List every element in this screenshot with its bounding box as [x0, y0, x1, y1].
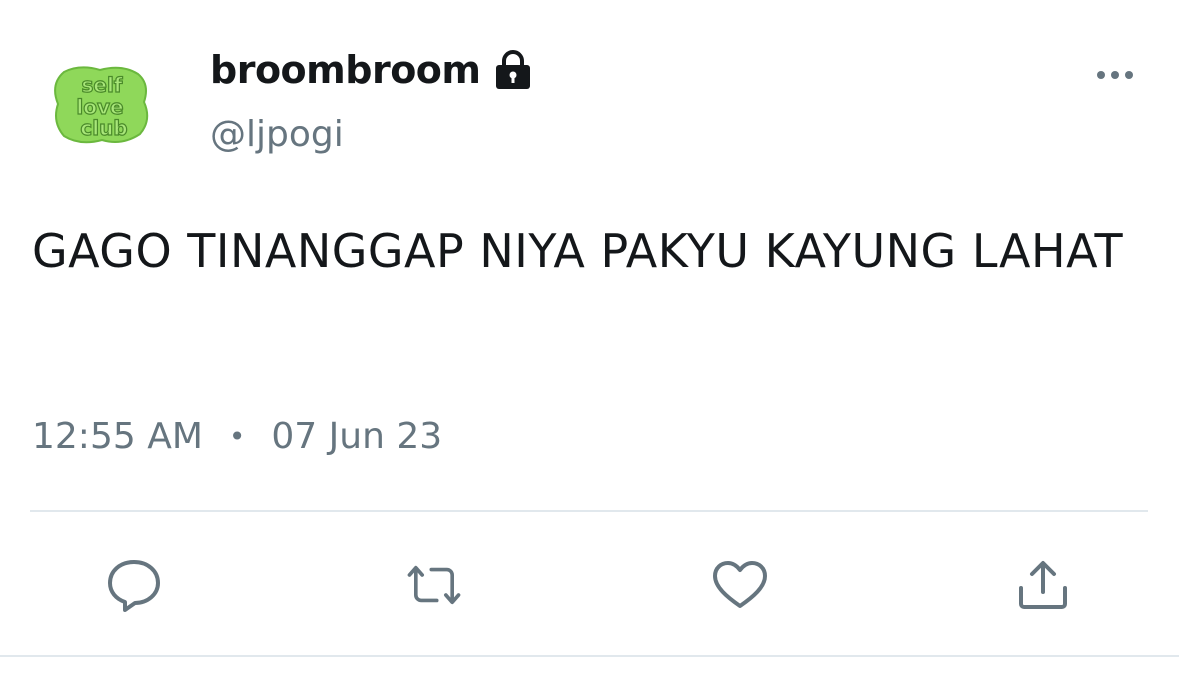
- speech-bubble-icon: [108, 560, 160, 612]
- meta-separator: •: [228, 419, 246, 453]
- self-love-club-logo: self love club: [54, 66, 149, 144]
- retweet-button[interactable]: [404, 556, 464, 614]
- tweet-timestamp[interactable]: 12:55 AM • 07 Jun 23: [32, 410, 442, 462]
- avatar-text-line-3: club: [80, 116, 127, 140]
- avatar-text-line-1: self: [81, 73, 122, 97]
- tweet-date: 07 Jun 23: [271, 415, 443, 457]
- bottom-divider: [0, 655, 1179, 657]
- like-button[interactable]: [710, 556, 770, 614]
- display-name-row[interactable]: broombroom: [210, 42, 533, 98]
- heart-icon: [713, 561, 767, 608]
- user-handle[interactable]: @ljpogi: [210, 114, 344, 155]
- divider: [30, 510, 1148, 512]
- tweet-text: GAGO TINANGGAP NIYA PAKYU KAYUNG LAHAT: [32, 224, 1124, 278]
- retweet-icon: [407, 565, 461, 605]
- share-button[interactable]: [1013, 556, 1073, 614]
- share-icon: [1019, 561, 1067, 609]
- lock-icon: [493, 49, 533, 91]
- tweet-time: 12:55 AM: [32, 415, 203, 457]
- avatar[interactable]: self love club: [50, 62, 154, 146]
- more-options-icon[interactable]: [1094, 64, 1136, 86]
- display-name[interactable]: broombroom: [210, 48, 481, 92]
- reply-button[interactable]: [104, 556, 164, 614]
